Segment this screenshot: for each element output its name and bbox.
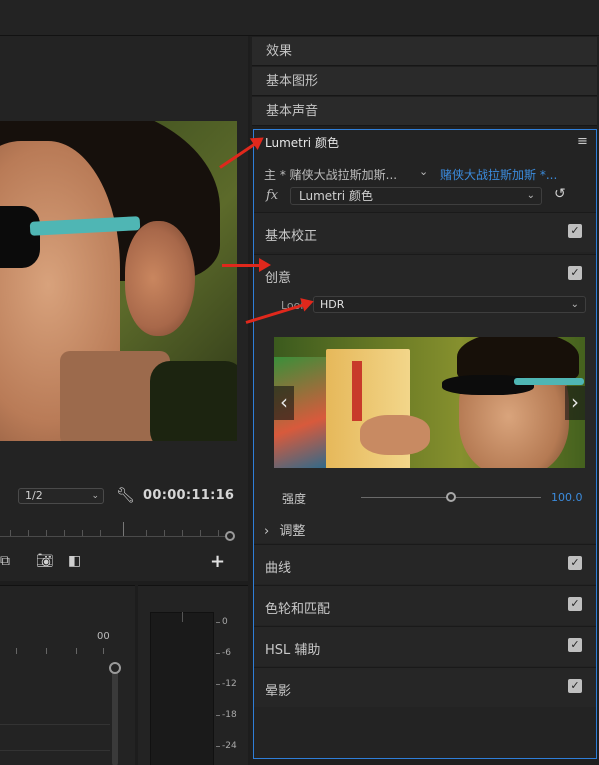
intensity-value[interactable]: 100.0 — [551, 491, 583, 504]
effect-select[interactable]: Lumetri 颜色 ⌄ — [290, 187, 542, 205]
ruler-tick — [64, 530, 65, 536]
chevron-right-icon: › — [264, 524, 270, 539]
button-editor-icon[interactable]: ⧉ — [0, 553, 10, 569]
intensity-slider-knob[interactable] — [446, 492, 456, 502]
look-preview-image — [274, 337, 585, 468]
adjustments-toggle[interactable]: › 调整 — [264, 520, 305, 539]
adjustments-label: 调整 — [279, 524, 306, 539]
track-divider — [0, 750, 110, 751]
panel-menu-icon[interactable]: ≡ — [577, 134, 588, 149]
meter-scale-label: 0 — [222, 617, 228, 627]
frame-shirt — [150, 361, 237, 441]
meter-tick — [216, 746, 220, 747]
sequence-clip-tab[interactable]: 赌侠大战拉斯加斯 *... — [440, 166, 557, 183]
next-look-button[interactable]: › — [565, 386, 585, 420]
chevron-down-icon: ⌄ — [526, 190, 535, 201]
chevron-down-icon: ⌄ — [570, 299, 579, 310]
section-label: HSL 辅助 — [265, 643, 321, 658]
section-enable-checkbox[interactable]: ✓ — [568, 638, 582, 652]
ruler-tick — [123, 522, 124, 536]
section-enable-checkbox[interactable]: ✓ — [568, 224, 582, 238]
look-select[interactable]: HDR ⌄ — [313, 296, 586, 313]
section-enable-checkbox[interactable]: ✓ — [568, 597, 582, 611]
look-select-value: HDR — [320, 298, 345, 311]
ruler-tick — [218, 530, 219, 536]
compare-view-icon[interactable]: ◧ — [68, 553, 81, 569]
preview-hand — [360, 415, 430, 455]
section-color-wheels[interactable]: 色轮和匹配 ✓ — [254, 585, 596, 625]
preview-glasses-arm — [514, 378, 584, 385]
timeline-tick — [103, 648, 104, 654]
track-divider — [0, 724, 110, 725]
section-enable-checkbox[interactable]: ✓ — [568, 266, 582, 280]
timeline-zoom-handle[interactable] — [109, 662, 121, 674]
ruler-tick — [100, 530, 101, 536]
chevron-down-icon[interactable]: ⌄ — [419, 165, 428, 178]
panel-essential-graphics[interactable]: 基本图形 — [252, 67, 597, 96]
video-frame — [0, 121, 237, 441]
ruler-tick — [182, 530, 183, 536]
ruler-tick — [28, 530, 29, 536]
out-point-handle[interactable] — [225, 531, 235, 541]
ruler-tick — [164, 530, 165, 536]
panel-essential-sound[interactable]: 基本声音 — [252, 97, 597, 126]
intensity-label: 强度 — [282, 492, 307, 506]
timeline-scrollbar[interactable] — [112, 666, 118, 765]
frame-glasses — [0, 206, 40, 268]
monitor-time-ruler[interactable] — [0, 516, 233, 538]
preview-book-title — [352, 361, 362, 421]
ruler-tick — [82, 530, 83, 536]
timeline-tick — [76, 648, 77, 654]
section-vignette[interactable]: 晕影 ✓ — [254, 667, 596, 707]
section-curves[interactable]: 曲线 ✓ — [254, 544, 596, 584]
camera-icon[interactable]: 📷︎ — [36, 553, 54, 569]
master-clip-tab[interactable]: 主 * 赌侠大战拉斯加斯... — [264, 166, 397, 183]
frame-ear — [125, 221, 195, 336]
ruler-tick — [200, 530, 201, 536]
annotation-arrow — [222, 258, 271, 272]
meter-scale-label: -6 — [222, 648, 231, 658]
meter-tick — [216, 653, 220, 654]
section-hsl-secondary[interactable]: HSL 辅助 ✓ — [254, 626, 596, 666]
section-label: 晕影 — [265, 684, 292, 699]
meter-box — [150, 612, 214, 765]
meter-divider — [182, 612, 183, 622]
section-label: 色轮和匹配 — [265, 602, 331, 617]
zoom-select[interactable]: 1/2 ⌄ — [18, 488, 104, 504]
effect-select-value: Lumetri 颜色 — [299, 189, 373, 203]
ruler-tick — [46, 530, 47, 536]
meter-scale-label: -24 — [222, 741, 237, 751]
timeline-time-label: 00 — [97, 631, 110, 642]
top-toolbar — [0, 0, 599, 36]
ruler-line — [0, 536, 228, 537]
section-label: 曲线 — [265, 561, 292, 576]
timeline-tick — [16, 648, 17, 654]
meter-scale-label: -12 — [222, 679, 237, 689]
timeline-tick — [46, 648, 47, 654]
meter-scale-label: -18 — [222, 710, 237, 720]
meter-tick — [216, 622, 220, 623]
meter-tick — [216, 715, 220, 716]
previous-look-button[interactable]: ‹ — [274, 386, 294, 420]
section-label: 基本校正 — [265, 229, 318, 244]
chevron-down-icon: ⌄ — [91, 491, 99, 501]
fx-icon[interactable]: fx — [266, 188, 278, 203]
reset-icon[interactable]: ↺ — [554, 186, 566, 202]
ruler-tick — [10, 530, 11, 536]
panel-effects[interactable]: 效果 — [252, 37, 597, 66]
ruler-tick — [146, 530, 147, 536]
zoom-value: 1/2 — [25, 489, 43, 502]
wrench-icon[interactable]: 🔧︎ — [116, 486, 135, 504]
lumetri-panel-title[interactable]: Lumetri 颜色 — [265, 134, 339, 151]
section-basic-correction[interactable]: 基本校正 ✓ — [254, 212, 596, 252]
meter-tick — [216, 684, 220, 685]
section-enable-checkbox[interactable]: ✓ — [568, 556, 582, 570]
section-enable-checkbox[interactable]: ✓ — [568, 679, 582, 693]
add-button[interactable]: + — [210, 551, 225, 572]
timeline-panel: 00 — [0, 585, 135, 765]
playhead-timecode[interactable]: 00:00:11:16 — [143, 488, 234, 503]
audio-meters: 0 -6 -12 -18 -24 — [138, 585, 248, 765]
